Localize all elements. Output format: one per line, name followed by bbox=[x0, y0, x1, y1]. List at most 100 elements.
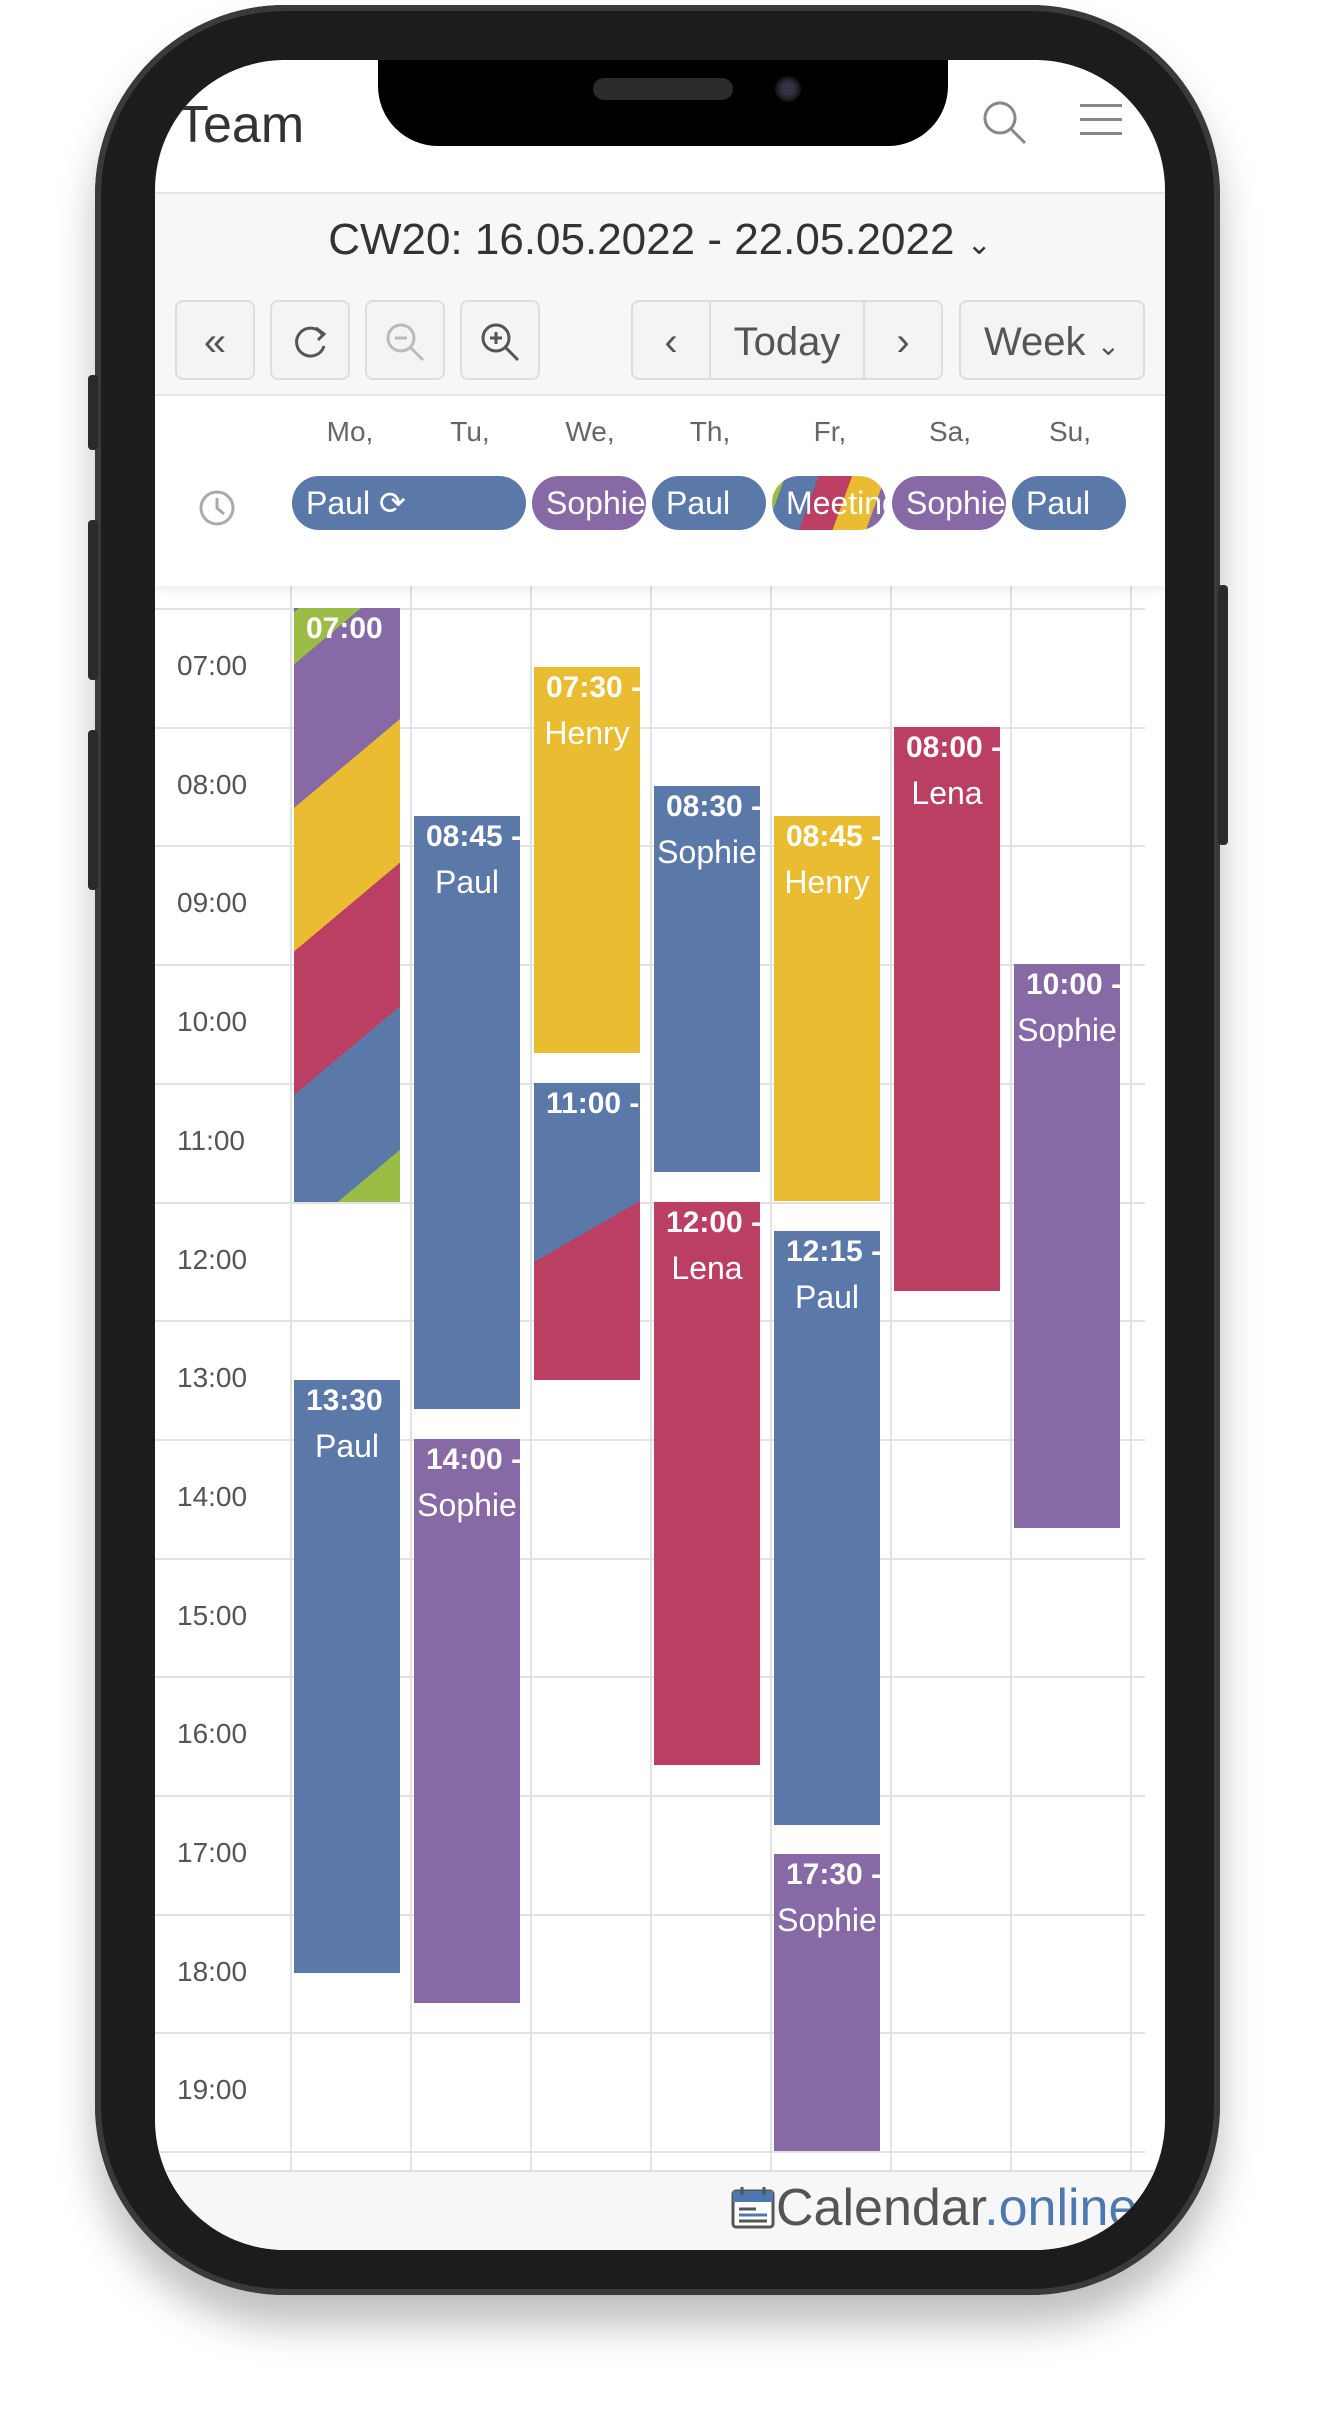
volume-up-button bbox=[88, 520, 98, 680]
zoom-out-icon bbox=[386, 323, 425, 362]
first-page-button[interactable]: « bbox=[175, 300, 255, 380]
event-time: 17:30 - bbox=[786, 1858, 880, 1892]
view-select-value: Week bbox=[983, 320, 1086, 364]
calendar-event[interactable]: 11:00 - bbox=[534, 1082, 640, 1380]
event-time: 07:00 bbox=[306, 612, 383, 645]
next-week-button[interactable]: › bbox=[863, 300, 943, 380]
time-label: 10:00 bbox=[177, 1006, 248, 1038]
event-time: 12:00 - bbox=[666, 1205, 760, 1239]
event-time: 12:15 - bbox=[786, 1235, 880, 1269]
event-title: Sophie bbox=[1017, 1012, 1117, 1049]
day-column-divider bbox=[1130, 548, 1132, 2248]
calendar-event[interactable]: 17:30 - Sophie bbox=[774, 1854, 880, 2152]
refresh-button[interactable] bbox=[270, 300, 350, 380]
calendar-event[interactable]: 14:00 - Sophie bbox=[414, 1438, 520, 2003]
view-select[interactable]: Week ⌄ bbox=[959, 300, 1145, 380]
all-day-event-label: Sophie bbox=[546, 485, 646, 521]
volume-down-button bbox=[88, 730, 98, 890]
event-title: Henry bbox=[544, 715, 630, 752]
all-day-event[interactable]: Meeting bbox=[772, 476, 886, 530]
previous-week-button[interactable]: ‹ bbox=[631, 300, 711, 380]
clock-icon bbox=[197, 488, 237, 528]
event-time: 07:30 - bbox=[546, 671, 640, 705]
calendar-event[interactable]: 08:30 - Sophie bbox=[654, 786, 760, 1172]
calendar-event[interactable]: 07:00 bbox=[294, 608, 400, 1202]
zoom-out-button[interactable] bbox=[365, 300, 445, 380]
footer: Calendar.online bbox=[155, 2170, 1165, 2250]
zoom-in-icon bbox=[481, 323, 520, 362]
day-header-3[interactable]: Th, bbox=[650, 416, 770, 448]
all-day-event-label: Paul bbox=[1026, 485, 1091, 521]
day-header-2[interactable]: We, bbox=[530, 416, 650, 448]
notch bbox=[378, 60, 948, 146]
time-label: 09:00 bbox=[177, 887, 248, 919]
event-title: Paul bbox=[794, 1279, 860, 1316]
search-icon[interactable] bbox=[980, 98, 1030, 148]
calendar-event[interactable]: 12:00 - Lena bbox=[654, 1201, 760, 1766]
chevron-down-icon: ⌄ bbox=[1096, 330, 1121, 361]
day-header-0[interactable]: Mo, bbox=[290, 416, 410, 448]
power-button bbox=[1218, 585, 1228, 845]
recurring-icon: ⟳ bbox=[370, 485, 406, 521]
event-title: Paul bbox=[434, 863, 500, 900]
calendar-event[interactable]: 08:00 - Lena bbox=[894, 726, 1000, 1291]
app-screen: Team CW20: 16.05.2022 - 22.05.2022 ⌄ « ‹… bbox=[155, 60, 1165, 2250]
mute-switch bbox=[88, 375, 98, 450]
event-time: 10:00 - bbox=[1026, 968, 1120, 1002]
calendar-event[interactable]: 08:45 - Henry bbox=[774, 815, 880, 1202]
today-button[interactable]: Today bbox=[709, 300, 865, 380]
day-column-divider bbox=[290, 548, 292, 2248]
time-label: 11:00 bbox=[177, 1124, 245, 1156]
day-column-divider bbox=[530, 548, 532, 2248]
all-day-event-label: Sophie bbox=[906, 485, 1006, 521]
date-range-selector[interactable]: CW20: 16.05.2022 - 22.05.2022 ⌄ bbox=[155, 192, 1165, 288]
calendar-event[interactable]: 07:30 - Henry bbox=[534, 667, 640, 1054]
all-day-event[interactable]: Sophie bbox=[532, 476, 646, 530]
logo-brand: Calendar bbox=[776, 2179, 985, 2237]
hamburger-menu-icon[interactable] bbox=[1080, 102, 1122, 138]
page-title: Team bbox=[177, 96, 305, 154]
refresh-icon bbox=[295, 326, 327, 358]
day-column-divider bbox=[650, 548, 652, 2248]
event-time: 13:30 bbox=[306, 1383, 383, 1417]
calendar-logo-icon bbox=[731, 2187, 775, 2229]
calendar-event[interactable]: 10:00 - Sophie bbox=[1014, 964, 1120, 1528]
event-title: Sophie bbox=[417, 1486, 517, 1523]
time-label: 12:00 bbox=[177, 1243, 248, 1275]
all-day-event[interactable]: Paul ⟳ bbox=[292, 476, 526, 530]
calendar-event[interactable]: 12:15 - Paul bbox=[774, 1231, 880, 1825]
logo-domain: .online bbox=[984, 2179, 1138, 2237]
week-day-header: Mo, Tu, We, Th, Fr, Sa, Su, Paul ⟳ Sophie Paul Me… bbox=[155, 396, 1165, 586]
chevron-down-icon: ⌄ bbox=[966, 228, 992, 261]
all-day-event[interactable]: Sophie bbox=[892, 476, 1006, 530]
day-column-divider bbox=[770, 548, 772, 2248]
date-range-label: CW20: 16.05.2022 - 22.05.2022 bbox=[328, 215, 955, 264]
event-title: Sophie bbox=[777, 1902, 877, 1939]
event-title: Henry bbox=[784, 863, 870, 900]
day-header-5[interactable]: Sa, bbox=[890, 416, 1010, 448]
time-label: 19:00 bbox=[177, 2074, 248, 2106]
day-column-divider bbox=[1010, 548, 1012, 2248]
day-header-1[interactable]: Tu, bbox=[410, 416, 530, 448]
day-column-divider bbox=[410, 548, 412, 2248]
time-label: 18:00 bbox=[177, 1955, 248, 1987]
calendar-event[interactable]: 08:45 - Paul bbox=[414, 815, 520, 1410]
front-camera bbox=[775, 76, 801, 102]
time-label: 14:00 bbox=[177, 1480, 248, 1512]
day-header-6[interactable]: Su, bbox=[1010, 416, 1130, 448]
week-grid: 07:00 08:00 09:00 10:00 11:00 12:00 13:00 14:00… bbox=[155, 548, 1165, 2248]
all-day-event[interactable]: Paul bbox=[652, 476, 766, 530]
event-title: Paul bbox=[314, 1427, 380, 1464]
calendar-online-logo[interactable]: Calendar.online bbox=[730, 2178, 1137, 2238]
event-time: 14:00 - bbox=[426, 1442, 520, 1476]
day-header-4[interactable]: Fr, bbox=[770, 416, 890, 448]
event-time: 08:00 - bbox=[906, 730, 1000, 764]
event-title: Lena bbox=[671, 1249, 743, 1286]
time-label: 07:00 bbox=[177, 650, 248, 681]
event-title: Lena bbox=[911, 774, 983, 811]
all-day-event[interactable]: Paul bbox=[1012, 476, 1126, 530]
calendar-event[interactable]: 13:30 Paul bbox=[294, 1379, 400, 1974]
zoom-in-button[interactable] bbox=[460, 300, 540, 380]
all-day-event-label: Paul bbox=[666, 485, 731, 521]
time-label: 13:00 bbox=[177, 1362, 248, 1394]
